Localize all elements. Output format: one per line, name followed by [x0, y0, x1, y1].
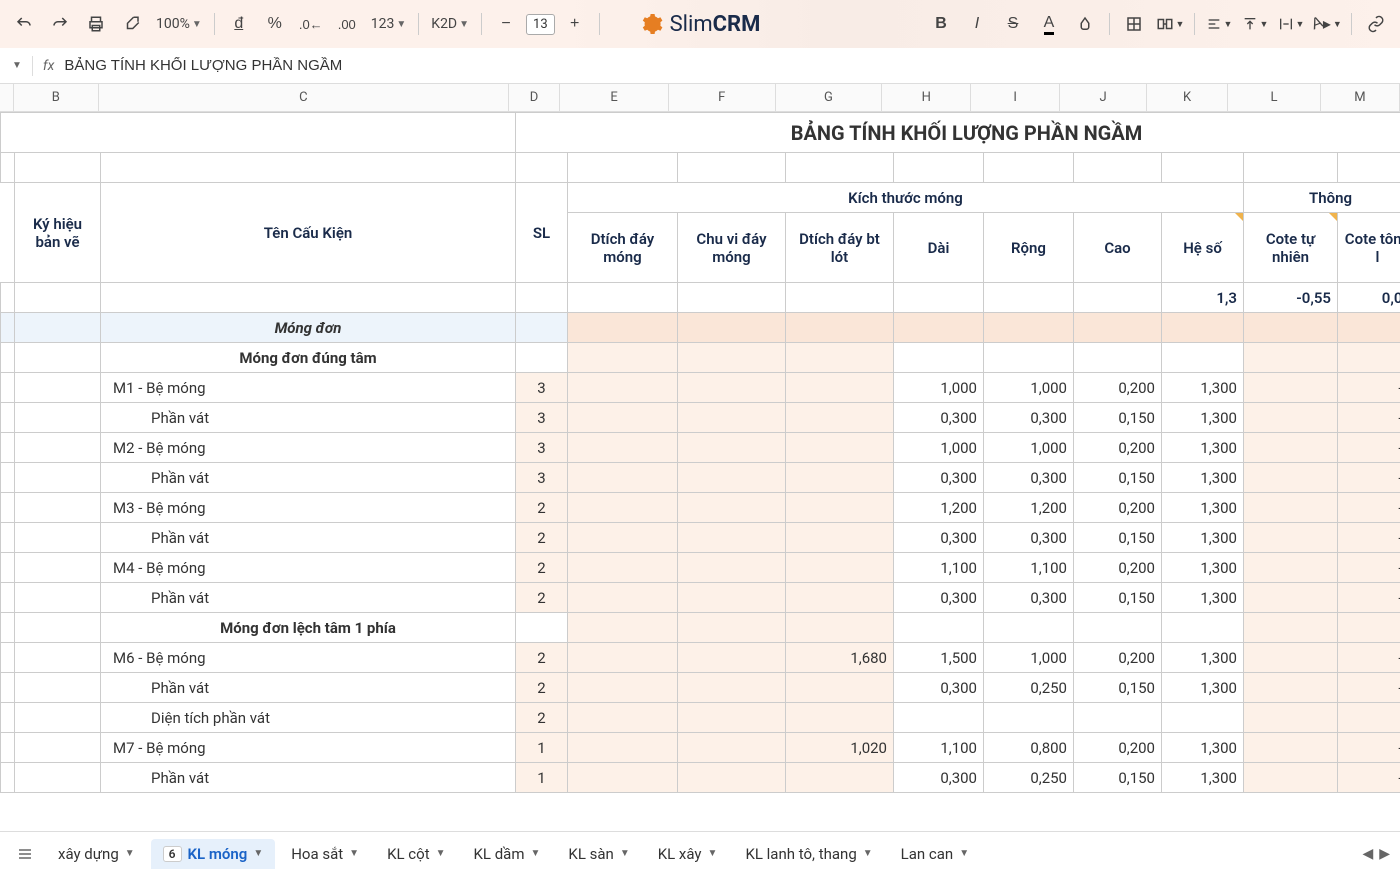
section-lech-tam: Móng đơn lệch tâm 1 phía [101, 613, 516, 643]
col-ky-hieu: Ký hiệu bản vẽ [15, 183, 101, 283]
tab-scroll-right-icon[interactable]: ▶ [1379, 846, 1390, 862]
sheet-tab[interactable]: KL xây▼ [646, 839, 730, 869]
table-row[interactable]: M6 - Bệ móng21,6801,5001,0000,2001,300-1 [1, 643, 1400, 673]
undo-button[interactable] [8, 8, 40, 40]
fill-color-button[interactable] [1069, 8, 1101, 40]
font-size-increase[interactable]: + [559, 8, 591, 40]
text-color-button[interactable]: A [1033, 8, 1065, 40]
decrease-decimal-button[interactable]: .0← [295, 8, 327, 40]
table-row[interactable]: Phần vát30,3000,3000,1501,300-1 [1, 403, 1400, 433]
paint-format-button[interactable] [116, 8, 148, 40]
zoom-dropdown[interactable]: 100%▼ [152, 16, 206, 32]
formula-input[interactable] [64, 57, 1388, 74]
group-kich-thuoc: Kích thước móng [568, 183, 1244, 213]
table-row[interactable]: M3 - Bệ móng21,2001,2000,2001,300-1 [1, 493, 1400, 523]
table-row[interactable]: Phần vát30,3000,3000,1501,300-1 [1, 463, 1400, 493]
sheet-tab[interactable]: KL lanh tô, thang▼ [733, 839, 884, 869]
sheet-tab[interactable]: KL cột▼ [375, 839, 457, 869]
formula-bar: ▼ fx [0, 48, 1400, 84]
vertical-align-button[interactable]: ▼ [1239, 8, 1271, 40]
increase-decimal-button[interactable]: .00 [331, 8, 363, 40]
sheet-tab[interactable]: Hoa sắt▼ [279, 839, 371, 869]
section-mong-don: Móng đơn [101, 313, 516, 343]
group-thong: Thông [1244, 183, 1400, 213]
font-family-dropdown[interactable]: K2D▼ [427, 16, 473, 32]
tab-scroll-left-icon[interactable]: ◀ [1362, 846, 1373, 862]
sheet-title: BẢNG TÍNH KHỐI LƯỢNG PHẦN NGẦM [516, 113, 1400, 153]
sheet-tab[interactable]: KL dầm▼ [462, 839, 553, 869]
text-rotation-button[interactable]: A▸▼ [1311, 8, 1343, 40]
print-button[interactable] [80, 8, 112, 40]
strikethrough-button[interactable]: S [997, 8, 1029, 40]
table-row[interactable]: Diện tích phần vát2 [1, 703, 1400, 733]
col-ten-cau-kien: Tên Cấu Kiện [101, 183, 516, 283]
sheet-tab[interactable]: xây dựng▼ [46, 839, 147, 869]
table-row[interactable]: Phần vát20,3000,3000,1501,300-1 [1, 583, 1400, 613]
horizontal-align-button[interactable]: ▼ [1203, 8, 1235, 40]
name-box[interactable]: ▼ [12, 60, 22, 71]
borders-button[interactable] [1118, 8, 1150, 40]
font-size-decrease[interactable]: − [490, 8, 522, 40]
col-sl: SL [516, 183, 568, 283]
data-table[interactable]: BẢNG TÍNH KHỐI LƯỢNG PHẦN NGẦM Ký hiệu b… [0, 112, 1400, 793]
table-row[interactable]: M4 - Bệ móng21,1001,1000,2001,300-1 [1, 553, 1400, 583]
italic-button[interactable]: I [961, 8, 993, 40]
toolbar: 100%▼ đ % .0← .00 123▼ K2D▼ − 13 + SlimC… [0, 0, 1400, 48]
gear-icon [640, 12, 664, 36]
table-row[interactable]: M1 - Bệ móng31,0001,0000,2001,300-1 [1, 373, 1400, 403]
percent-button[interactable]: % [259, 8, 291, 40]
bold-button[interactable]: B [925, 8, 957, 40]
table-row[interactable]: M2 - Bệ móng31,0001,0000,2001,300-1 [1, 433, 1400, 463]
table-row[interactable]: M7 - Bệ móng11,0201,1000,8000,2001,300-1 [1, 733, 1400, 763]
fx-label: fx [43, 58, 54, 74]
column-headers[interactable]: B C D E F G H I J K L M [0, 84, 1400, 112]
link-button[interactable] [1360, 8, 1392, 40]
sheet-tabs-bar: xây dựng▼6KL móng▼Hoa sắt▼KL cột▼KL dầm▼… [0, 831, 1400, 875]
table-row[interactable]: Phần vát20,3000,3000,1501,300-1 [1, 523, 1400, 553]
redo-button[interactable] [44, 8, 76, 40]
table-row[interactable]: Phần vát20,3000,2500,1501,300-1 [1, 673, 1400, 703]
number-format-dropdown[interactable]: 123▼ [367, 16, 411, 32]
sheet-tab[interactable]: Lan can▼ [889, 839, 981, 869]
section-dung-tam: Móng đơn đúng tâm [101, 343, 516, 373]
text-wrap-button[interactable]: ▼ [1275, 8, 1307, 40]
all-sheets-button[interactable] [10, 839, 40, 869]
font-size-input[interactable]: 13 [526, 14, 555, 35]
currency-button[interactable]: đ [223, 8, 255, 40]
sheet-tab[interactable]: KL sàn▼ [556, 839, 641, 869]
table-row[interactable]: Phần vát10,3000,2500,1501,300-1 [1, 763, 1400, 793]
spreadsheet-grid[interactable]: B C D E F G H I J K L M BẢNG TÍNH KHỐI L… [0, 84, 1400, 831]
merge-cells-button[interactable]: ▼ [1154, 8, 1186, 40]
sheet-tab[interactable]: 6KL móng▼ [151, 839, 276, 869]
brand-logo: SlimCRM [640, 12, 761, 37]
